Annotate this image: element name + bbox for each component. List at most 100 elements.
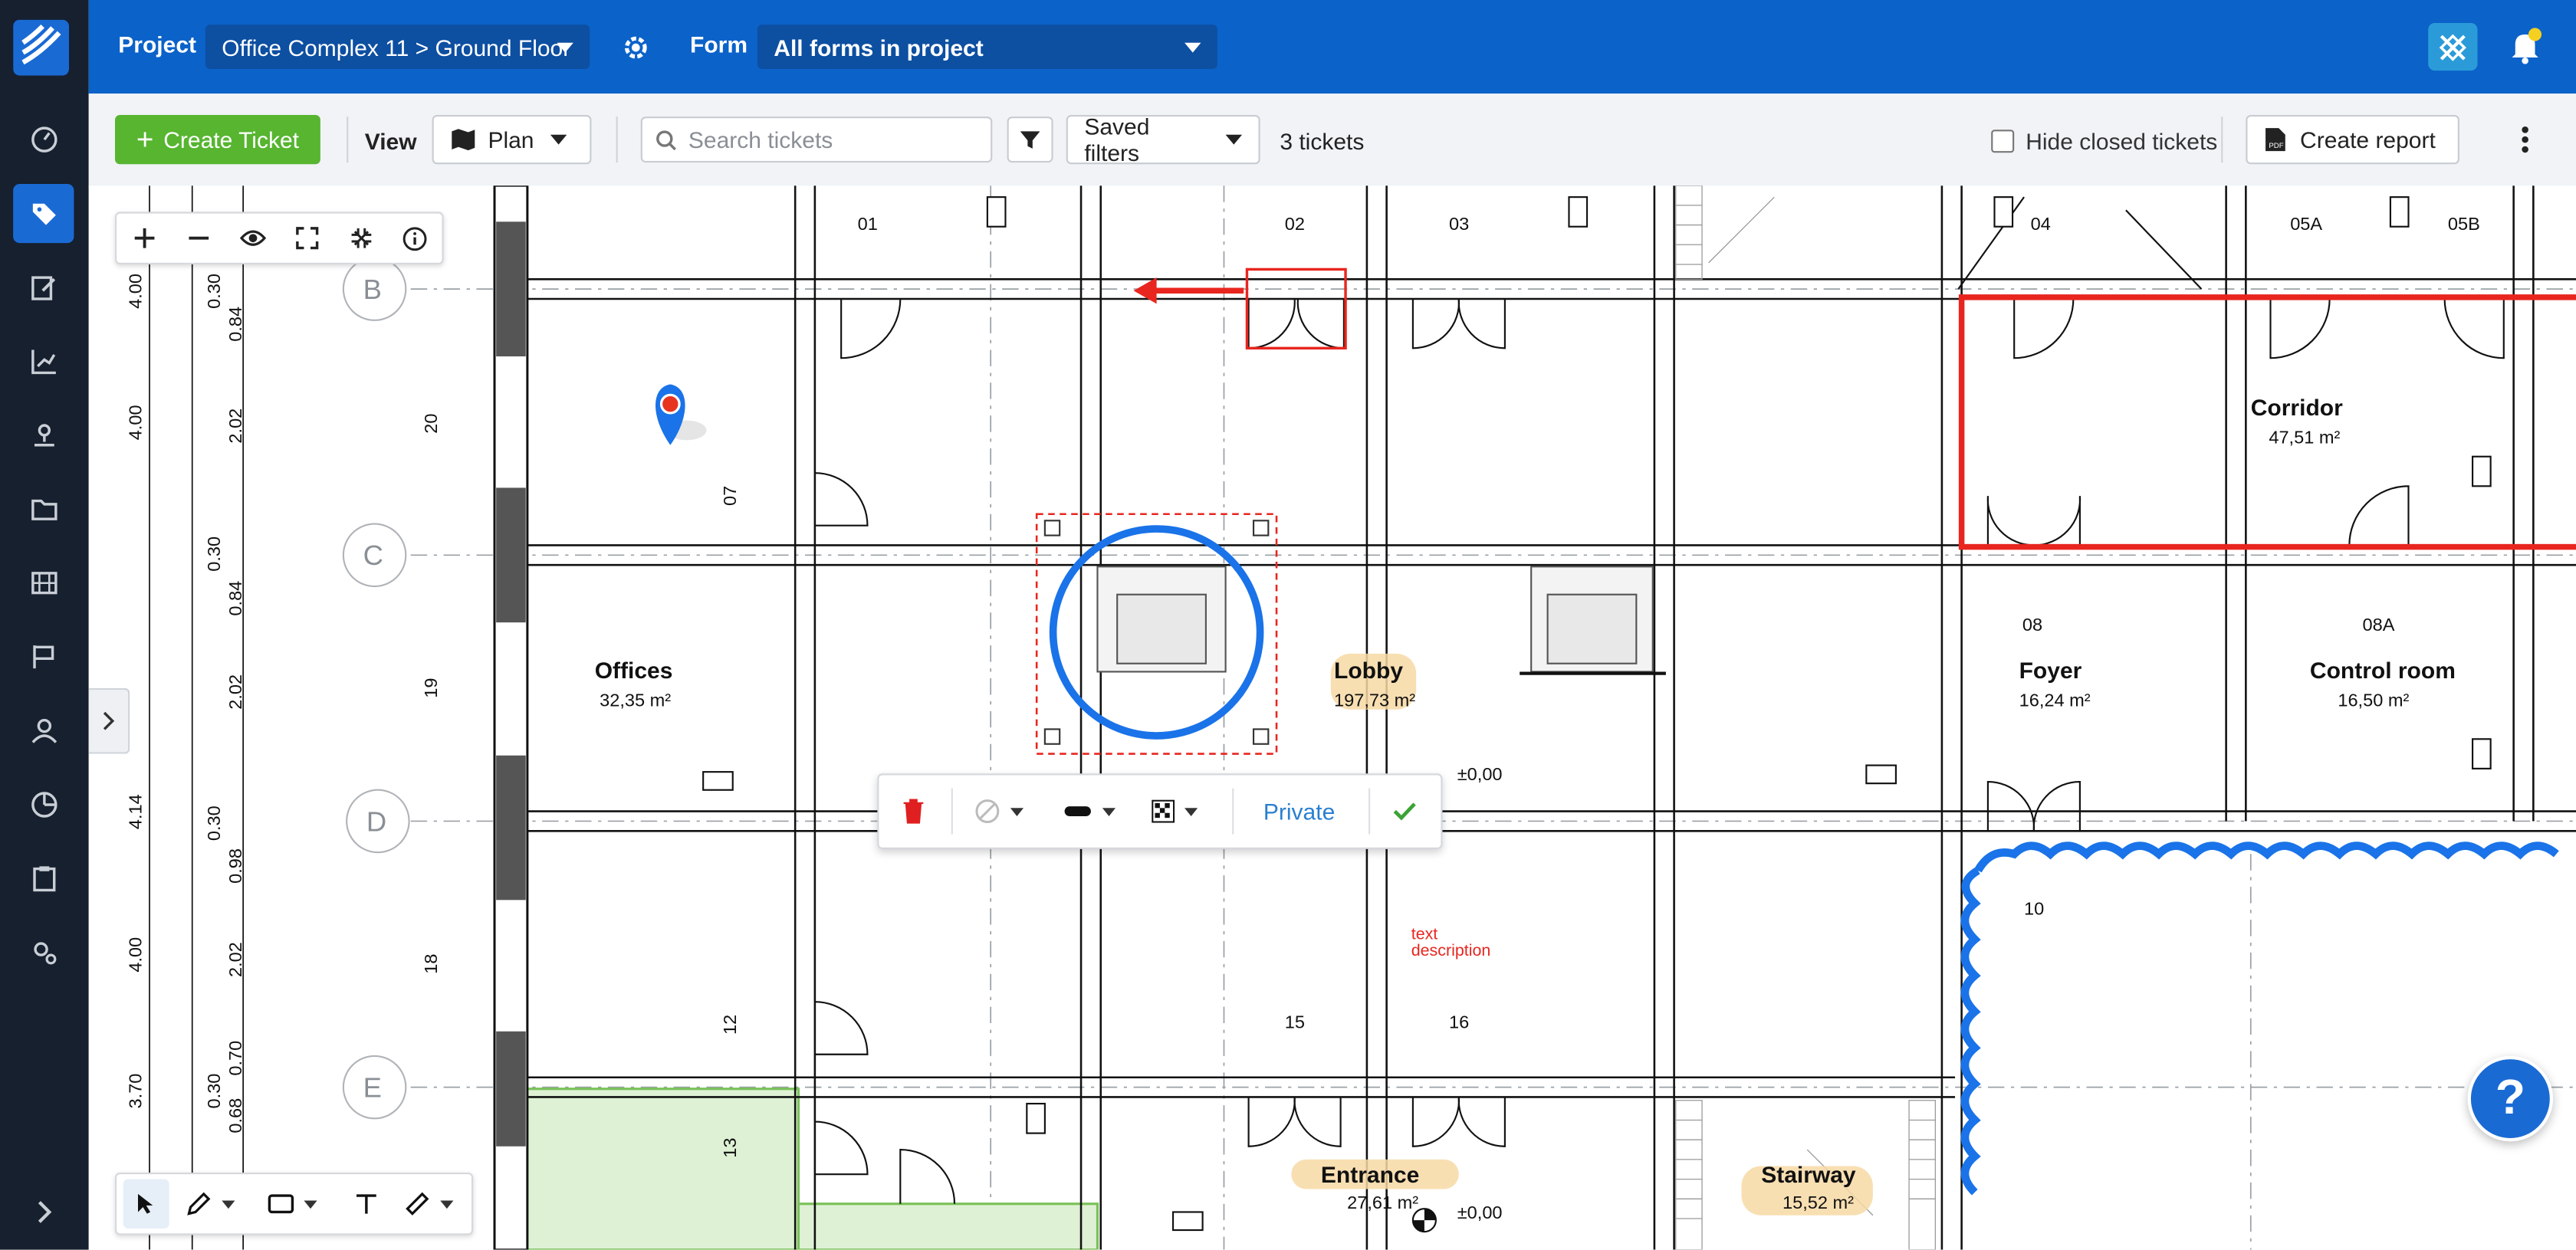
project-select[interactable]: Office Complex 11 > Ground Floor (205, 25, 590, 70)
text-tool-button[interactable] (343, 1179, 389, 1229)
room-area: 16,50 m² (2338, 690, 2409, 710)
shape-tool-button[interactable] (261, 1179, 324, 1229)
zoom-toolbar (115, 212, 444, 265)
resize-handle[interactable] (1043, 520, 1061, 536)
resize-handle[interactable] (1252, 520, 1270, 536)
measure-tool-button[interactable] (396, 1179, 462, 1229)
nav-tickets[interactable] (13, 184, 74, 244)
create-report-button[interactable]: PDF Create report (2246, 115, 2459, 165)
pen-tool-button[interactable] (179, 1179, 242, 1229)
room-name: Lobby (1334, 658, 1403, 684)
nav-users[interactable] (13, 701, 74, 760)
floor-plan[interactable]: 4.00 0.30 0.84 2.02 4.00 0.30 0.84 2.02 … (89, 185, 2576, 1250)
plus-icon: + (136, 123, 154, 156)
markup-text[interactable]: text (1411, 925, 1438, 943)
markup-rectangle[interactable] (1245, 267, 1347, 350)
plan-canvas[interactable]: 4.00 0.30 0.84 2.02 4.00 0.30 0.84 2.02 … (88, 185, 2576, 1250)
nav-charts[interactable] (13, 332, 74, 391)
door-number: 01 (858, 214, 878, 234)
bell-icon[interactable] (2507, 28, 2543, 64)
create-ticket-button[interactable]: + Create Ticket (115, 115, 320, 165)
delete-shape-button[interactable] (902, 775, 925, 847)
rectangle-icon (268, 1194, 294, 1214)
gear-icon[interactable] (621, 33, 651, 63)
door-number: 20 (421, 414, 441, 434)
select-tool-button[interactable] (123, 1179, 169, 1229)
stroke-width-select[interactable] (1063, 775, 1116, 847)
search-icon (656, 130, 676, 151)
left-dim: 2.02 (225, 674, 245, 710)
form-select[interactable]: All forms in project (757, 25, 1217, 70)
door-number: 03 (1449, 214, 1469, 234)
visibility-button[interactable] (225, 214, 280, 263)
door-number: 05B (2448, 214, 2480, 234)
nav-buildings[interactable] (13, 553, 74, 612)
highlight-area[interactable] (524, 1088, 800, 1250)
left-dim: 0.98 (225, 848, 245, 884)
markup-text[interactable]: description (1411, 941, 1491, 960)
visibility-toggle[interactable]: Private (1263, 775, 1335, 847)
left-nav-rail (0, 0, 89, 1250)
ticket-pin[interactable] (656, 384, 707, 445)
more-options-icon[interactable] (2520, 125, 2530, 155)
minus-icon (188, 236, 209, 240)
resize-handle[interactable] (1252, 728, 1270, 745)
zoom-out-button[interactable] (171, 214, 225, 263)
door-number: 02 (1285, 214, 1305, 234)
chevron-right-icon (37, 1201, 51, 1223)
app-logo-icon[interactable] (13, 19, 70, 76)
filter-button[interactable] (1007, 116, 1053, 163)
zoom-in-button[interactable] (117, 214, 171, 263)
nav-clipboard[interactable] (13, 849, 74, 908)
chevron-down-icon (550, 134, 567, 145)
divider (347, 116, 349, 163)
markup-rectangle[interactable] (1958, 294, 2576, 550)
elevation-label: ±0,00 (1457, 764, 1503, 784)
fill-color-select[interactable] (974, 775, 1024, 847)
info-button[interactable] (388, 214, 442, 263)
side-panel-toggle[interactable] (88, 687, 130, 754)
plus-icon (133, 228, 154, 248)
resize-handle[interactable] (1043, 728, 1061, 745)
stairs (1675, 185, 1936, 1250)
nav-files[interactable] (13, 480, 74, 539)
hide-closed-toggle[interactable]: Hide closed tickets (1991, 128, 2217, 154)
door-numbers: 01 02 03 04 05A 05B 07 08 08A 10 12 13 1… (421, 214, 2480, 1158)
room-area: 32,35 m² (600, 690, 671, 710)
nav-dashboard[interactable] (13, 110, 74, 169)
search-box[interactable]: Search tickets (640, 116, 993, 163)
confirm-shape-button[interactable] (1393, 775, 1416, 847)
help-button[interactable]: ? (2467, 1055, 2554, 1142)
pattern-select[interactable] (1152, 775, 1198, 847)
nav-expand[interactable] (13, 1183, 74, 1242)
trash-icon (903, 799, 924, 824)
room-area: 15,52 m² (1783, 1193, 1854, 1212)
door-number: 19 (421, 678, 441, 698)
app-switcher-button[interactable] (2428, 23, 2478, 71)
room-area: 197,73 m² (1334, 690, 1415, 710)
cursor-icon (138, 1193, 153, 1214)
markup-cloud[interactable] (1960, 842, 2559, 1196)
no-fill-icon (975, 799, 1000, 824)
nav-settings[interactable] (13, 923, 74, 982)
nav-reports[interactable] (13, 775, 74, 834)
nav-forms[interactable] (13, 258, 74, 317)
nav-locations[interactable] (13, 405, 74, 464)
grid-label-d: D (366, 805, 386, 837)
exterior-wall (493, 185, 529, 1250)
saved-filters-select[interactable]: Saved filters (1066, 113, 1260, 166)
room-area: 47,51 m² (2269, 428, 2340, 448)
shape-properties-toolbar: Private (877, 773, 1443, 849)
chevron-right-icon (103, 711, 115, 730)
nav-flags[interactable] (13, 628, 74, 687)
collapse-view-button[interactable] (334, 214, 388, 263)
hide-closed-checkbox[interactable] (1991, 130, 2015, 153)
highlight-area[interactable] (797, 1202, 1099, 1250)
pie-chart-icon (31, 792, 57, 818)
dimension-labels: 4.00 0.30 0.84 2.02 4.00 0.30 0.84 2.02 … (125, 274, 245, 1134)
search-input[interactable]: Search tickets (688, 126, 833, 153)
view-select[interactable]: Plan (432, 115, 592, 165)
left-dim: 0.70 (225, 1041, 245, 1076)
user-icon (31, 718, 57, 743)
fit-screen-button[interactable] (279, 214, 334, 263)
